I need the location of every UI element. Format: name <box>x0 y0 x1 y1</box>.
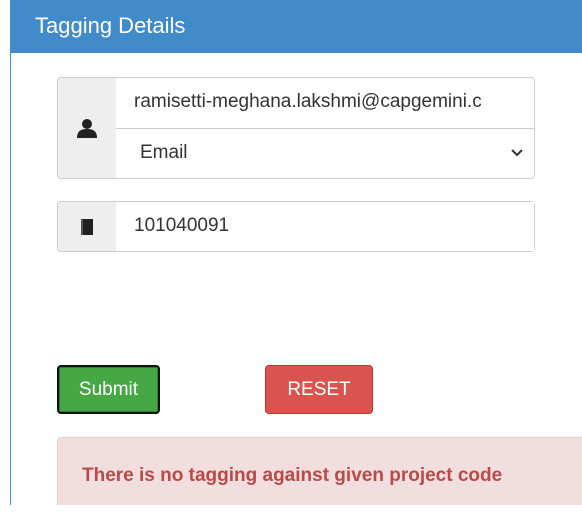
identifier-type-select[interactable]: Email <box>116 129 534 178</box>
user-addon <box>58 78 117 178</box>
submit-button[interactable]: Submit <box>57 365 160 414</box>
identifier-input-group: ramisetti-meghana.lakshmi@capgemini.c Em… <box>57 77 535 179</box>
tagging-details-panel: Tagging Details ramisetti-meghana.lakshm… <box>10 0 582 505</box>
chevron-down-icon <box>511 149 523 157</box>
user-icon <box>77 119 97 138</box>
project-code-input[interactable]: 101040091 <box>116 202 534 251</box>
error-alert: There is no tagging against given projec… <box>57 437 582 505</box>
panel-title: Tagging Details <box>11 0 582 53</box>
email-input[interactable]: ramisetti-meghana.lakshmi@capgemini.c <box>116 78 534 129</box>
identifier-type-selected: Email <box>140 142 188 163</box>
reset-button[interactable]: RESET <box>265 365 373 414</box>
project-code-input-group: 101040091 <box>57 201 535 252</box>
book-icon <box>81 218 93 235</box>
book-addon <box>58 202 117 251</box>
